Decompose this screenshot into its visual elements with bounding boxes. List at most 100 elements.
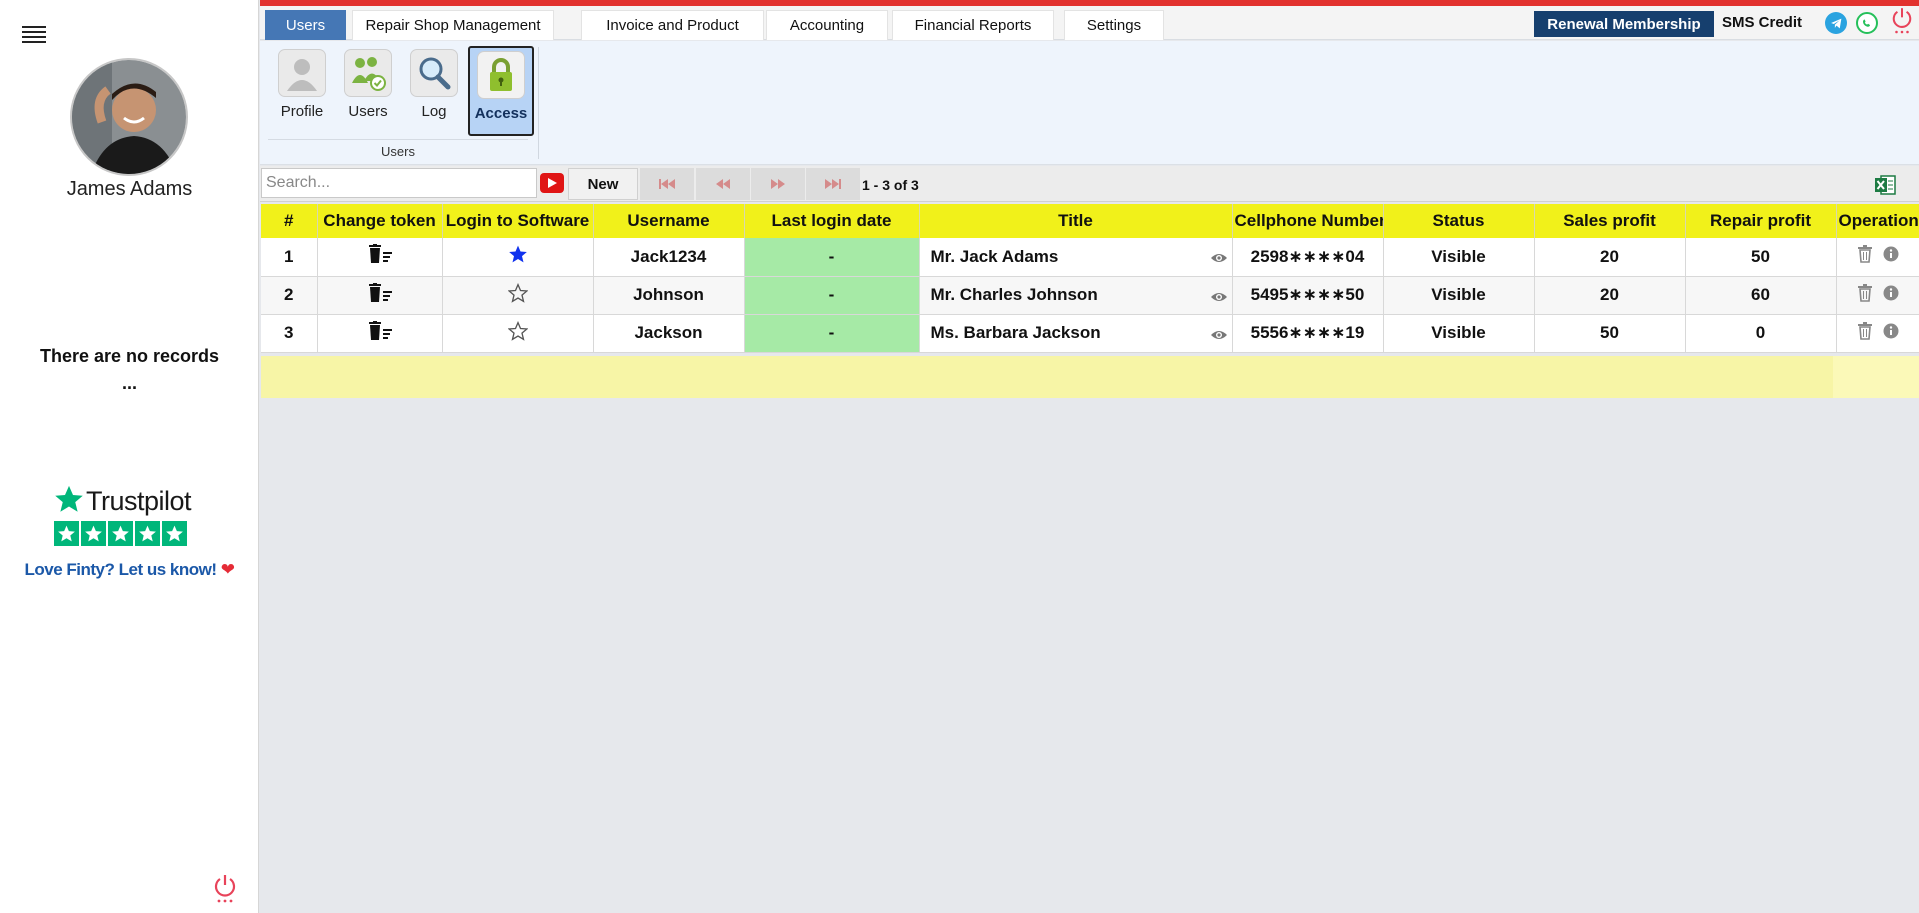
tab-settings[interactable]: Settings <box>1064 10 1164 40</box>
column-header[interactable]: # <box>261 204 318 238</box>
change-token-icon[interactable] <box>367 320 393 345</box>
trustpilot-wordmark: Trustpilot <box>86 486 192 516</box>
grid-toolbar: New 1 - 3 of 3 <box>260 166 1919 202</box>
user-name: James Adams <box>66 178 193 200</box>
avatar[interactable] <box>70 58 188 176</box>
cellphone-cell: 2598∗∗∗∗04 <box>1232 238 1384 277</box>
tab-invoice-product[interactable]: Invoice and Product <box>581 10 764 40</box>
search-magnifier-icon <box>410 49 458 97</box>
power-icon[interactable] <box>213 874 237 904</box>
status-cell: Visible <box>1383 276 1535 315</box>
star-icon <box>54 521 79 546</box>
tab-users[interactable]: Users <box>265 10 346 40</box>
title-text: Ms. Barbara Jackson <box>930 323 1101 342</box>
username-cell: Jackson <box>593 314 745 353</box>
info-icon[interactable] <box>1883 323 1899 344</box>
last-page-icon[interactable] <box>806 168 860 200</box>
video-help-icon[interactable] <box>540 173 564 193</box>
telegram-icon[interactable] <box>1825 12 1847 34</box>
renewal-membership-button[interactable]: Renewal Membership <box>1534 11 1714 37</box>
title-text: Mr. Charles Johnson <box>930 285 1098 304</box>
repair-profit-cell: 50 <box>1685 238 1837 277</box>
whatsapp-icon[interactable] <box>1856 12 1878 34</box>
eye-icon[interactable] <box>1210 327 1228 347</box>
row-number: 1 <box>261 238 318 277</box>
tab-repair-shop[interactable]: Repair Shop Management <box>352 10 554 40</box>
sales-profit-cell: 50 <box>1534 314 1686 353</box>
change-token-icon[interactable] <box>367 282 393 307</box>
table-row[interactable]: 2 Johnson - Mr. Charles Johnson 5495∗∗∗∗50 Vi… <box>261 276 1919 315</box>
star-filled-icon[interactable] <box>508 245 528 268</box>
title-cell: Mr. Jack Adams <box>919 238 1233 277</box>
ribbon-separator <box>538 47 539 159</box>
star-icon <box>108 521 133 546</box>
trustpilot-star-icon <box>54 484 84 519</box>
info-icon[interactable] <box>1883 285 1899 306</box>
tab-accounting[interactable]: Accounting <box>766 10 888 40</box>
change-token-icon[interactable] <box>367 244 393 268</box>
trash-icon[interactable] <box>1857 245 1873 268</box>
info-icon[interactable] <box>1883 246 1899 267</box>
table-body: 1 Jack1234- Mr. Jack Adams 2598∗∗∗∗04 Visibl… <box>261 238 1919 353</box>
trash-icon[interactable] <box>1857 321 1873 345</box>
operation-cell <box>1836 238 1919 277</box>
column-header[interactable]: Sales profit <box>1534 204 1686 238</box>
profile-icon <box>278 49 326 97</box>
excel-export-icon[interactable] <box>1874 174 1896 196</box>
ribbon-profile[interactable]: Profile <box>272 49 332 137</box>
column-header[interactable]: Title <box>919 204 1233 238</box>
tab-financial-reports[interactable]: Financial Reports <box>892 10 1054 40</box>
column-header[interactable]: Change token <box>317 204 443 238</box>
trustpilot-rating <box>54 521 214 546</box>
sms-credit-link[interactable]: SMS Credit <box>1722 14 1802 31</box>
users-group-icon <box>344 49 392 97</box>
users-table: # Change token Login to Software Usernam… <box>261 204 1919 353</box>
first-page-icon[interactable] <box>640 168 694 200</box>
trustpilot-badge[interactable]: Trustpilot <box>54 484 214 546</box>
column-header[interactable]: Status <box>1383 204 1535 238</box>
column-header[interactable]: Cellphone Number <box>1232 204 1384 238</box>
eye-icon[interactable] <box>1210 289 1228 309</box>
sales-profit-cell: 20 <box>1534 276 1686 315</box>
column-header[interactable]: Repair profit <box>1685 204 1837 238</box>
column-header[interactable]: Last login date <box>744 204 920 238</box>
table-row[interactable]: 1 Jack1234- Mr. Jack Adams 2598∗∗∗∗04 Visibl… <box>261 238 1919 277</box>
cellphone-cell: 5556∗∗∗∗19 <box>1232 314 1384 353</box>
next-page-icon[interactable] <box>751 168 805 200</box>
change-token-cell <box>317 238 443 277</box>
sidebar: James Adams There are no records ... Tru… <box>0 0 259 913</box>
logout-icon[interactable] <box>1891 8 1913 34</box>
ribbon-log[interactable]: Log <box>404 49 464 137</box>
column-header[interactable]: Operation <box>1836 204 1919 238</box>
menu-icon[interactable] <box>22 26 46 44</box>
ribbon-access[interactable]: Access <box>468 46 534 136</box>
heart-icon: ❤ <box>220 560 235 579</box>
ribbon-toolbar: Profile Users Log Access Users <box>260 41 1919 165</box>
star-outline-icon[interactable] <box>507 282 528 307</box>
ribbon-users[interactable]: Users <box>338 49 398 137</box>
status-cell: Visible <box>1383 314 1535 353</box>
page-info: 1 - 3 of 3 <box>862 177 919 193</box>
table-row[interactable]: 3 Jackson - Ms. Barbara Jackson 5556∗∗∗∗19 Vi… <box>261 314 1919 353</box>
last-login-cell: - <box>744 276 920 315</box>
star-icon <box>162 521 187 546</box>
new-button[interactable]: New <box>568 168 638 200</box>
column-header[interactable]: Username <box>593 204 745 238</box>
empty-message: There are no records ... <box>39 346 220 393</box>
operation-cell <box>1836 314 1919 353</box>
previous-page-icon[interactable] <box>696 168 750 200</box>
title-cell: Mr. Charles Johnson <box>919 276 1233 315</box>
eye-icon[interactable] <box>1210 250 1228 270</box>
cellphone-cell: 5495∗∗∗∗50 <box>1232 276 1384 315</box>
search-input[interactable] <box>261 168 537 198</box>
trash-icon[interactable] <box>1857 283 1873 307</box>
feedback-link[interactable]: Love Finty? Let us know! ❤ <box>0 560 259 580</box>
title-text: Mr. Jack Adams <box>930 246 1059 266</box>
star-icon <box>81 521 106 546</box>
star-outline-icon[interactable] <box>507 320 528 345</box>
table-header-row: # Change token Login to Software Usernam… <box>261 204 1919 238</box>
row-number: 3 <box>261 314 318 353</box>
login-to-software-cell <box>442 238 594 277</box>
column-header[interactable]: Login to Software <box>442 204 594 238</box>
table-empty-operation-cell <box>1833 356 1919 398</box>
